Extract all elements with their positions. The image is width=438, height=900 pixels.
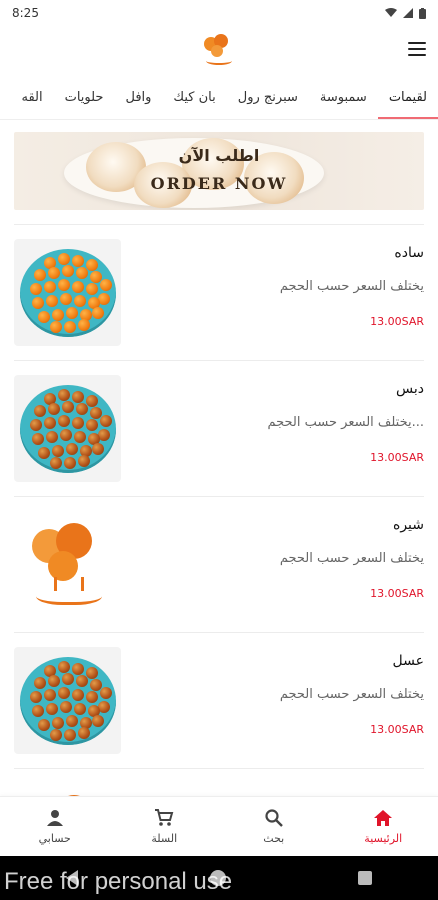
hamburger-menu-icon[interactable] <box>408 42 426 56</box>
product-card[interactable]: عسل يختلف السعر حسب الحجم 13.00SAR <box>14 632 424 768</box>
home-circle-icon[interactable] <box>210 870 226 886</box>
battery-icon <box>419 7 426 19</box>
product-description: يختلف السعر حسب الحجم <box>279 687 424 702</box>
banner-english-text: ORDER NOW <box>150 174 288 193</box>
cart-icon <box>154 808 174 832</box>
product-name: عسل <box>392 653 424 669</box>
status-time: 8:25 <box>12 6 39 20</box>
tab-category[interactable]: سمبوسة <box>309 76 378 119</box>
product-description: يختلف السعر حسب الحجم <box>279 551 424 566</box>
signal-icon <box>403 8 413 18</box>
status-bar: 8:25 <box>0 0 438 26</box>
product-price: 13.00SAR <box>370 315 424 328</box>
tab-category[interactable]: حلويات <box>54 76 115 119</box>
nav-label: الرئيسية <box>364 832 403 845</box>
order-now-banner[interactable]: اطلب الآن ORDER NOW <box>14 132 424 210</box>
wifi-icon <box>385 8 397 17</box>
bottom-navigation: الرئيسية بحث السلة حسابي <box>0 796 438 856</box>
product-image <box>14 511 121 618</box>
product-card[interactable] <box>14 768 424 796</box>
main-content[interactable]: اطلب الآن ORDER NOW ساده يختلف السعر حسب … <box>0 120 438 796</box>
banner-arabic-text: اطلب الآن <box>178 146 260 165</box>
app-bar <box>0 26 438 76</box>
product-price: 13.00SAR <box>370 587 424 600</box>
product-name: ساده <box>394 245 424 261</box>
category-tabs: لقيمات سمبوسة سبرنج رول بان كيك وافل حلويات ال… <box>0 76 438 120</box>
search-icon <box>264 808 284 832</box>
home-icon <box>373 808 393 832</box>
product-name: شيره <box>392 517 424 533</box>
product-name: دبس <box>396 381 424 397</box>
tab-category[interactable]: القه <box>10 76 53 119</box>
product-card[interactable]: شيره يختلف السعر حسب الحجم 13.00SAR <box>14 496 424 632</box>
product-image <box>14 783 121 796</box>
back-icon[interactable] <box>66 870 78 886</box>
product-image <box>14 375 121 482</box>
product-price: 13.00SAR <box>370 723 424 736</box>
nav-item[interactable]: السلة <box>110 797 220 856</box>
product-price: 13.00SAR <box>370 451 424 464</box>
tab-category[interactable]: لقيمات <box>377 76 438 119</box>
recents-icon[interactable] <box>358 871 372 885</box>
system-navigation-bar <box>0 856 438 900</box>
product-description: ...يختلف السعر حسب الحجم <box>267 415 424 430</box>
product-list: ساده يختلف السعر حسب الحجم 13.00SAR دبس ...ي… <box>0 224 438 796</box>
tab-category[interactable]: وافل <box>114 76 162 119</box>
nav-item[interactable]: حسابي <box>0 797 110 856</box>
product-card[interactable]: دبس ...يختلف السعر حسب الحجم 13.00SAR <box>14 360 424 496</box>
tab-category[interactable]: سبرنج رول <box>227 76 309 119</box>
nav-label: بحث <box>263 832 285 845</box>
product-card[interactable]: ساده يختلف السعر حسب الحجم 13.00SAR <box>14 224 424 360</box>
product-description: يختلف السعر حسب الحجم <box>279 279 424 294</box>
product-image <box>14 647 121 754</box>
nav-item[interactable]: الرئيسية <box>329 797 438 856</box>
person-icon <box>45 808 65 832</box>
status-icons <box>385 7 426 19</box>
tab-category[interactable]: بان كيك <box>162 76 226 119</box>
nav-label: السلة <box>151 832 178 845</box>
nav-label: حسابي <box>38 832 71 845</box>
nav-item[interactable]: بحث <box>219 797 329 856</box>
product-image <box>14 239 121 346</box>
brand-logo[interactable] <box>202 33 236 69</box>
